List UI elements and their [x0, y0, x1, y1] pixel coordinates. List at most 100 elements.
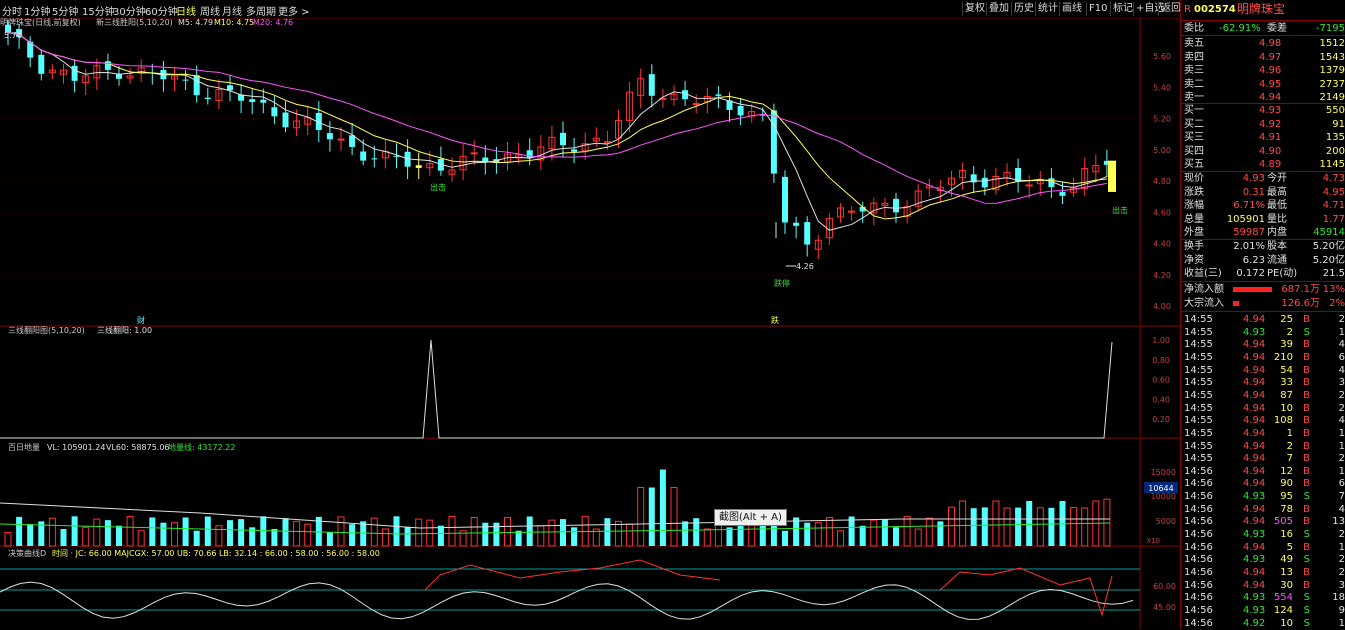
period-tab-8[interactable]: 月线 [222, 3, 242, 18]
volume-bar [726, 527, 733, 546]
quote-value: 105901 [1226, 213, 1265, 225]
toolbar-button-4[interactable]: 画线 [1059, 2, 1084, 16]
sub1-title: 三线翻阳图(5,10,20) [8, 325, 85, 335]
period-tab-3[interactable]: 15分钟 [82, 3, 115, 18]
tick-time: 14:55 [1184, 415, 1213, 427]
tick-count: 1 [1338, 440, 1345, 452]
bid-row: 买二 4.92 91 [1181, 118, 1345, 131]
tick-time: 14:55 [1184, 440, 1213, 452]
tick-volume: 10 [1280, 402, 1293, 414]
tick-volume: 25 [1280, 314, 1293, 325]
volume-bar [437, 525, 444, 546]
ma20-label: M20: 4.76 [253, 18, 293, 27]
volume-bar [82, 526, 90, 547]
quote-row: 涨幅 6.71% 最低 4.71 [1181, 199, 1345, 212]
money-flow-row: 大宗流入 126.6万 2% [1181, 297, 1345, 310]
tick-volume: 13 [1280, 567, 1293, 578]
stat-label: PE(动) [1267, 268, 1298, 279]
tick-price: 4.94 [1243, 377, 1266, 389]
mark-jie: 跌 [771, 315, 779, 325]
weicha-label: 委差 [1267, 23, 1287, 34]
quote-row: 涨跌 0.31 最高 4.95 [1181, 186, 1345, 199]
tick-time: 14:56 [1184, 592, 1213, 604]
tick-count: 1 [1338, 427, 1345, 439]
volume-bar [848, 516, 855, 546]
period-tab-1[interactable]: 1分钟 [24, 3, 50, 18]
toolbar-button-5[interactable]: F10 [1086, 2, 1109, 16]
toolbar-button-6[interactable]: 标记 [1110, 2, 1135, 16]
trade-tick-row: 14:56 4.94 505 B 13 [1181, 515, 1345, 528]
tick-price: 4.94 [1243, 402, 1266, 414]
flow-bar [1233, 300, 1239, 306]
quote-row: 现价 4.93 今开 4.73 [1181, 172, 1345, 185]
tick-volume: 39 [1280, 339, 1293, 351]
toolbar-button-2[interactable]: 历史 [1011, 2, 1036, 16]
bid-label: 买五 [1184, 159, 1204, 170]
volume-bar [16, 516, 23, 546]
tick-volume: 87 [1280, 389, 1293, 401]
tick-volume: 5 [1286, 541, 1293, 553]
stock-code: 002574 [1194, 4, 1236, 15]
kline-chart-area[interactable]: 5.60 5.40 5.20 5.00 4.80 4.60 4.40 4.20 4.00 明牌珠宝… [0, 18, 1180, 629]
tick-time: 14:55 [1184, 326, 1213, 338]
candle-body [692, 103, 700, 106]
signal-out-label: 出击 [1112, 205, 1128, 215]
price-tick-label: 4.20 [1153, 271, 1171, 280]
period-tab-2[interactable]: 5分钟 [52, 3, 78, 18]
trade-tick-row: 14:56 4.92 10 S 1 [1181, 617, 1345, 630]
candle-body [349, 135, 356, 147]
toolbar-button-3[interactable]: 统计 [1035, 2, 1060, 16]
period-tab-10[interactable]: 更多 > [278, 3, 310, 18]
candle-body [271, 107, 278, 117]
period-tab-5[interactable]: 60分钟 [145, 3, 178, 18]
candle-body [360, 151, 367, 161]
quote-label: 现价 [1184, 173, 1204, 184]
tick-volume: 90 [1280, 478, 1293, 490]
volume-bar [548, 519, 556, 547]
quote-value: 6.71% [1233, 200, 1265, 211]
candle-body [371, 158, 378, 160]
volume-bar [71, 516, 78, 546]
tick-count: 13 [1332, 516, 1345, 528]
period-tab-6[interactable]: 日线 [176, 3, 196, 18]
tick-price: 4.94 [1243, 478, 1266, 490]
volume-bar [782, 530, 788, 546]
toolbar-button-0[interactable]: 复权 [962, 2, 987, 16]
toolbar-button-1[interactable]: 叠加 [986, 2, 1011, 16]
volume-bar [415, 518, 423, 547]
volume-bar [1003, 507, 1011, 547]
candle-body [470, 152, 478, 155]
tick-side: B [1303, 314, 1310, 325]
tick-volume: 210 [1273, 351, 1293, 363]
bid-row: 买四 4.90 200 [1181, 145, 1345, 158]
tick-side: B [1303, 351, 1310, 363]
quote-label: 今开 [1267, 173, 1287, 184]
period-tab-7[interactable]: 周线 [200, 3, 220, 18]
panel-divider [1181, 311, 1345, 312]
candle-body [260, 99, 267, 103]
tick-side: S [1303, 554, 1310, 566]
volume-bar [526, 516, 533, 546]
quote-value: 4.73 [1322, 173, 1345, 184]
tick-count: 1 [1338, 465, 1345, 477]
trade-tick-row: 14:56 4.94 12 B 1 [1181, 465, 1345, 478]
ma20-line [7, 32, 1107, 204]
volume-bar [1015, 507, 1022, 546]
tick-time: 14:56 [1184, 529, 1213, 541]
period-tab-9[interactable]: 多周期 [246, 3, 276, 18]
stock-name: 明牌珠宝 [1237, 2, 1286, 16]
trade-tick-row: 14:56 4.94 78 B 4 [1181, 503, 1345, 516]
ask-volume: 2737 [1319, 78, 1345, 90]
period-tab-4[interactable]: 30分钟 [113, 3, 146, 18]
tick-volume: 505 [1273, 516, 1293, 528]
volume-bar [837, 530, 844, 547]
tick-side: B [1303, 402, 1310, 414]
quote-label: 涨跌 [1184, 186, 1204, 198]
tick-time: 14:55 [1184, 339, 1213, 351]
sub2-vl60: VL60: 58875.06 [106, 443, 170, 452]
period-tab-0[interactable]: 分时 [2, 3, 22, 18]
tick-volume: 95 [1280, 491, 1293, 503]
volume-bar [814, 522, 822, 547]
quote-value: 4.93 [1242, 173, 1265, 184]
low-price-label: 4.26 [796, 262, 814, 271]
